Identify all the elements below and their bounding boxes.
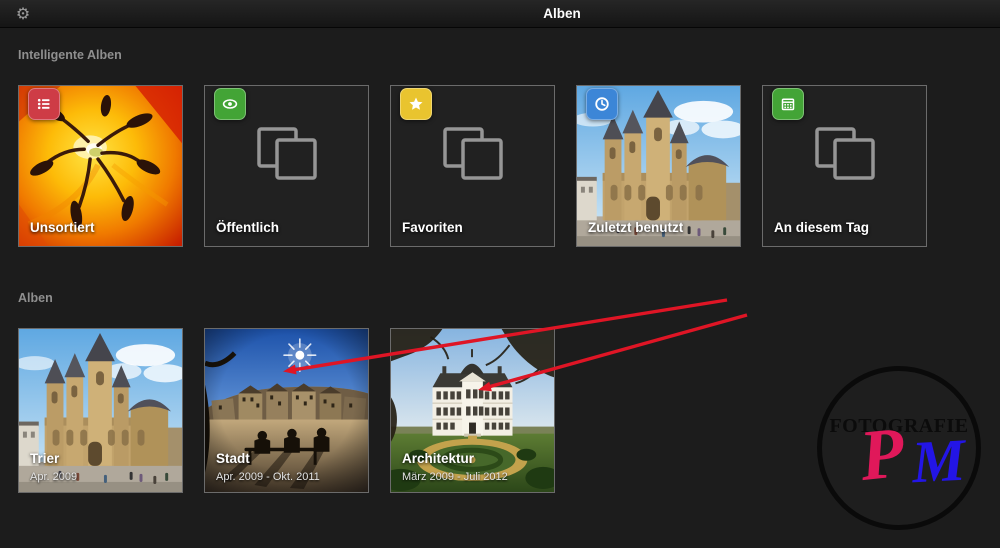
card-label: An diesem Tag bbox=[774, 220, 870, 235]
smart-album-card-favoriten[interactable]: Favoriten bbox=[390, 85, 555, 247]
card-label: Öffentlich bbox=[216, 220, 279, 235]
eye-icon bbox=[214, 88, 246, 120]
settings-gear-icon[interactable]: ⚙ bbox=[12, 3, 34, 25]
logo-initial-p: P bbox=[855, 411, 908, 497]
star-icon bbox=[400, 88, 432, 120]
stacked-photos-icon bbox=[256, 126, 318, 187]
smart-albums-heading: Intelligente Alben bbox=[18, 48, 122, 62]
smart-album-card-an-diesem-tag[interactable]: An diesem Tag bbox=[762, 85, 927, 247]
album-card-trier[interactable]: Trier Apr. 2009 bbox=[18, 328, 183, 493]
smart-album-card-oeffentlich[interactable]: Öffentlich bbox=[204, 85, 369, 247]
album-date-range: März 2009 - Juli 2012 bbox=[402, 471, 508, 483]
clock-icon bbox=[586, 88, 618, 120]
card-label: Unsortiert bbox=[30, 220, 95, 235]
list-icon bbox=[28, 88, 60, 120]
titlebar: ⚙ Alben bbox=[0, 0, 1000, 28]
album-date-range: Apr. 2009 bbox=[30, 471, 78, 483]
album-title: Architektur bbox=[402, 451, 475, 466]
smart-album-card-zuletzt-benutzt[interactable]: Zuletzt benutzt bbox=[576, 85, 741, 247]
card-label: Zuletzt benutzt bbox=[588, 220, 684, 235]
trier-cathedral-image bbox=[19, 329, 182, 492]
card-label: Favoriten bbox=[402, 220, 463, 235]
fotografie-pm-logo: FOTOGRAFIE P M bbox=[817, 366, 981, 530]
album-card-stadt[interactable]: Stadt Apr. 2009 - Okt. 2011 bbox=[204, 328, 369, 493]
logo-initial-m: M bbox=[910, 426, 968, 496]
smart-album-card-unsortiert[interactable]: Unsortiert bbox=[18, 85, 183, 247]
album-card-architektur[interactable]: Architektur März 2009 - Juli 2012 bbox=[390, 328, 555, 493]
page-title: Alben bbox=[543, 6, 581, 21]
albums-heading: Alben bbox=[18, 291, 53, 305]
stacked-photos-icon bbox=[814, 126, 876, 187]
album-title: Trier bbox=[30, 451, 60, 466]
calendar-icon bbox=[772, 88, 804, 120]
stacked-photos-icon bbox=[442, 126, 504, 187]
baroque-palace-garden-image bbox=[391, 329, 554, 492]
city-square-fisheye-image bbox=[205, 329, 368, 492]
album-title: Stadt bbox=[216, 451, 250, 466]
album-date-range: Apr. 2009 - Okt. 2011 bbox=[216, 471, 320, 483]
